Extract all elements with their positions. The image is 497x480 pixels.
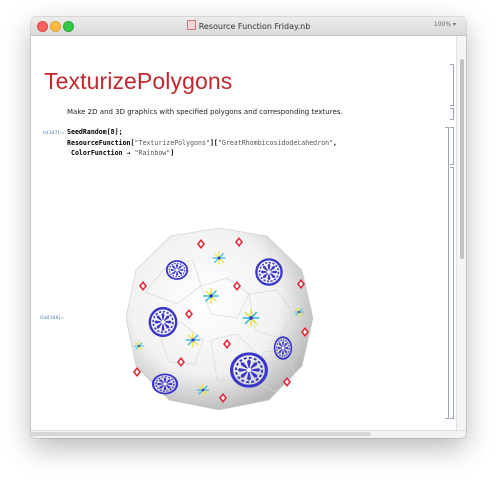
code-line-1: SeedRandom[8]; [67,128,123,136]
yellow-star-icon [133,340,145,352]
code-line-3-prefix: ColorFunction → [67,149,135,157]
input-cell-label: In[347]:= [43,131,65,136]
blue-rosette-icon [165,260,189,280]
code-string-polyhedron: "GreatRhombicosidodecahedron" [217,138,334,147]
group-cell-bracket[interactable] [445,127,449,419]
blue-rosette-icon [148,306,178,338]
notebook-window: Resource Function Friday.nb 100% ▾ Textu… [31,17,466,438]
zoom-level-menu[interactable]: 100% ▾ [434,21,456,28]
horizontal-scrollbar[interactable] [31,430,466,438]
description-text: Make 2D and 3D graphics with specified p… [67,108,343,116]
yellow-star-icon [202,287,220,305]
yellow-star-icon [293,306,305,318]
window-title: Resource Function Friday.nb [198,22,311,31]
page-title: TexturizePolygons [44,68,233,94]
code-string-function: "TexturizePolygons" [134,138,210,147]
title-bar: Resource Function Friday.nb 100% ▾ [31,17,466,36]
window-title-area: Resource Function Friday.nb [31,20,466,32]
blue-rosette-icon [273,336,293,360]
output-cell-bracket[interactable] [450,167,454,419]
notebook-file-icon [186,20,196,30]
blue-rosette-icon [230,352,268,388]
code-line-2-suffix: , [333,138,337,147]
code-line-3-suffix: ] [170,149,175,157]
output-cell-label: Out[348]= [40,316,65,321]
horizontal-scroll-thumb[interactable] [31,432,371,436]
text-cell-bracket[interactable] [450,108,454,120]
vertical-scroll-thumb[interactable] [460,59,464,259]
chevron-down-icon: ▾ [452,21,456,28]
vertical-scrollbar[interactable] [456,36,466,438]
input-cell-bracket[interactable] [450,127,454,165]
input-cell-code[interactable]: SeedRandom[8]; ResourceFunction["Texturi… [67,127,337,159]
title-cell-bracket[interactable] [450,64,454,106]
blue-rosette-icon [151,373,179,395]
code-line-2-mid: ][ [209,138,218,147]
code-line-2-prefix: ResourceFunction[ [67,138,135,147]
blue-rosette-icon [255,258,283,286]
notebook-content: TexturizePolygons Make 2D and 3D graphic… [31,36,466,438]
polyhedron-graphic[interactable] [119,222,319,414]
code-string-rainbow: "Rainbow" [134,149,171,157]
zoom-level: 100% [433,21,452,28]
